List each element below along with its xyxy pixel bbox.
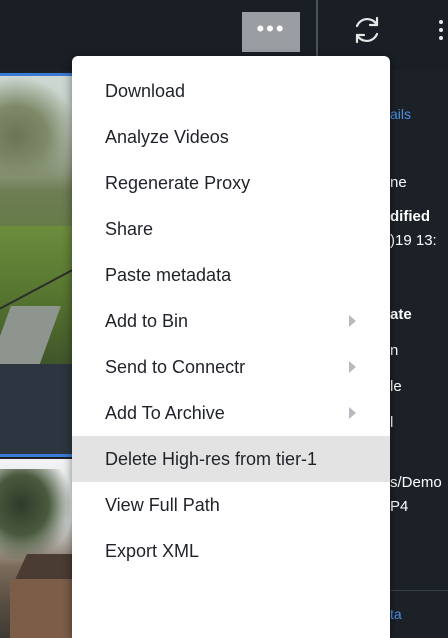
submenu-arrow-icon bbox=[349, 407, 356, 419]
thumbnail-accent bbox=[0, 454, 80, 457]
details-field-label: ne bbox=[390, 174, 407, 191]
details-tab-label[interactable]: ails bbox=[390, 106, 411, 122]
menu-item-view-full-path[interactable]: View Full Path bbox=[72, 482, 390, 528]
menu-item-paste-metadata[interactable]: Paste metadata bbox=[72, 252, 390, 298]
thumbnail-image-house bbox=[10, 579, 80, 638]
menu-item-regenerate-proxy[interactable]: Regenerate Proxy bbox=[72, 160, 390, 206]
menu-item-delete-high-res-from-tier-1[interactable]: Delete High-res from tier-1 bbox=[72, 436, 390, 482]
app-window: ••• ails ne dified )19 13: ate n le l s/… bbox=[0, 0, 448, 638]
details-field-label: n bbox=[390, 342, 399, 359]
menu-item-label: View Full Path bbox=[105, 495, 220, 515]
submenu-arrow-icon bbox=[349, 361, 356, 373]
menu-item-export-xml[interactable]: Export XML bbox=[72, 528, 390, 574]
menu-item-send-to-connectr[interactable]: Send to Connectr bbox=[72, 344, 390, 390]
details-field-value: )19 13: bbox=[390, 232, 437, 249]
details-field-label: l bbox=[390, 414, 394, 431]
more-actions-menu: Download Analyze Videos Regenerate Proxy Sh… bbox=[72, 56, 390, 638]
details-field-value: P4 bbox=[390, 498, 409, 515]
menu-item-label: Add to Bin bbox=[105, 311, 189, 331]
panel-divider bbox=[390, 590, 448, 591]
video-thumbnail[interactable] bbox=[0, 459, 80, 638]
menu-item-share[interactable]: Share bbox=[72, 206, 390, 252]
details-field-label: le bbox=[390, 378, 402, 395]
menu-item-label: Delete High-res from tier-1 bbox=[105, 449, 318, 469]
thumbnail-caption-area bbox=[0, 364, 80, 454]
details-field-label: ate bbox=[390, 306, 412, 323]
kebab-vertical-icon[interactable] bbox=[437, 20, 445, 44]
more-actions-button[interactable]: ••• bbox=[242, 12, 300, 52]
menu-item-add-to-bin[interactable]: Add to Bin bbox=[72, 298, 390, 344]
menu-item-label: Paste metadata bbox=[105, 265, 232, 285]
metadata-tab-label[interactable]: ta bbox=[390, 606, 402, 622]
menu-item-label: Send to Connectr bbox=[105, 357, 246, 377]
menu-item-analyze-videos[interactable]: Analyze Videos bbox=[72, 114, 390, 160]
video-thumbnail[interactable] bbox=[0, 76, 80, 364]
refresh-icon[interactable] bbox=[351, 14, 383, 46]
menu-item-label: Download bbox=[105, 81, 186, 101]
menu-item-download[interactable]: Download bbox=[72, 68, 390, 114]
menu-item-label: Export XML bbox=[105, 541, 200, 561]
menu-item-add-to-archive[interactable]: Add To Archive bbox=[72, 390, 390, 436]
details-field-label: dified bbox=[390, 208, 430, 225]
menu-item-label: Regenerate Proxy bbox=[105, 173, 251, 193]
menu-item-label: Analyze Videos bbox=[105, 127, 229, 147]
submenu-arrow-icon bbox=[349, 315, 356, 327]
details-panel: ails ne dified )19 13: ate n le l s/Demo… bbox=[390, 70, 448, 638]
menu-item-label: Share bbox=[105, 219, 154, 239]
more-horizontal-icon: ••• bbox=[256, 16, 286, 41]
thumbnail-image-tree bbox=[0, 76, 80, 176]
details-field-value: s/Demo bbox=[390, 474, 442, 491]
menu-item-label: Add To Archive bbox=[105, 403, 225, 423]
thumbnail-image-tree bbox=[0, 469, 70, 559]
